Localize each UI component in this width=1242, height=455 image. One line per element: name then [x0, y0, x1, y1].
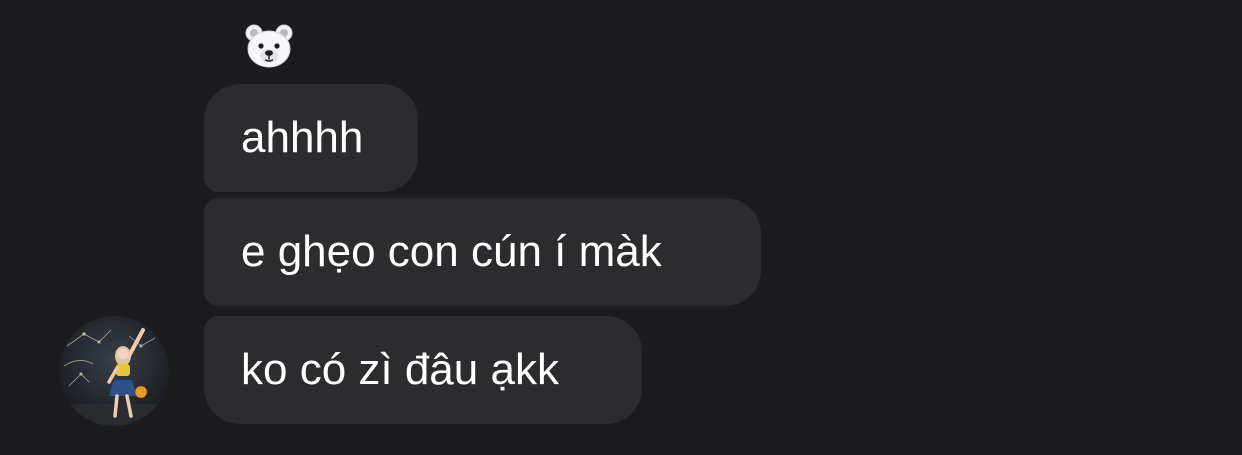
message-text: ahhhh — [241, 113, 364, 162]
message-bubble[interactable]: ahhhh — [204, 84, 418, 192]
message-bubble[interactable]: ko có zì đâu ạkk — [204, 316, 642, 424]
avatar[interactable] — [59, 316, 169, 426]
message-bubble[interactable]: e ghẹo con cún í màk — [204, 198, 761, 306]
polar-bear-face-icon[interactable] — [242, 22, 296, 70]
message-text: e ghẹo con cún í màk — [241, 227, 662, 276]
message-text: ko có zì đâu ạkk — [241, 345, 559, 394]
